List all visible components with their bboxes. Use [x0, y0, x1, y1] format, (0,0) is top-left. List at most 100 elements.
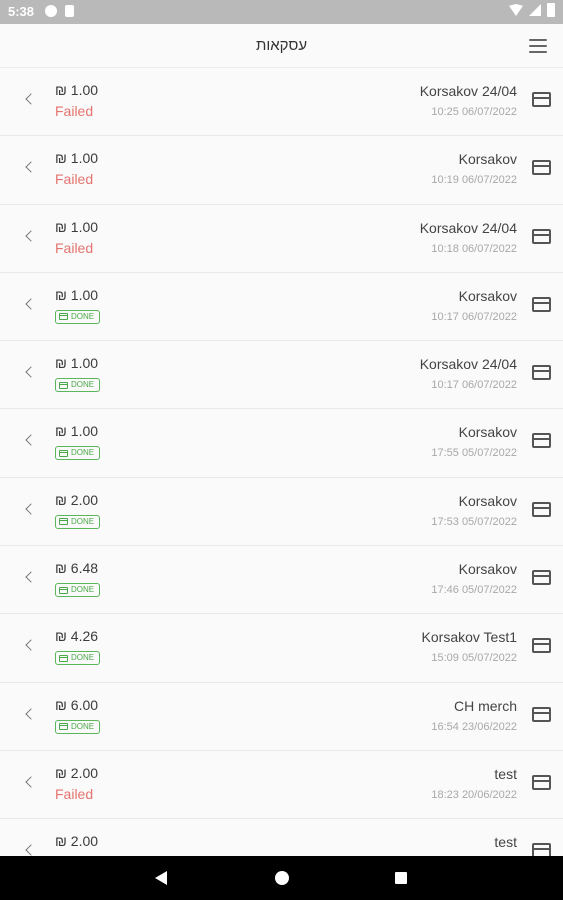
transaction-row[interactable]: ₪ 2.00 Failed test 18:23 20/06/2022	[0, 750, 563, 820]
notification-icon	[45, 5, 57, 17]
wifi-icon	[509, 4, 523, 16]
credit-card-icon	[532, 160, 551, 176]
transaction-row[interactable]: ₪ 1.00 DONE Korsakov 17:55 05/07/2022	[0, 409, 563, 478]
transaction-row[interactable]: ₪ 2.00 test	[0, 819, 563, 856]
back-nav-icon[interactable]	[155, 871, 167, 885]
status-done-label: DONE	[71, 448, 95, 458]
transaction-row[interactable]: ₪ 6.00 DONE CH merch 16:54 23/06/2022	[0, 682, 563, 751]
transaction-datetime: 15:09 05/07/2022	[431, 652, 517, 665]
chevron-left-icon	[25, 776, 37, 788]
chevron-left-icon	[25, 298, 37, 310]
credit-card-icon	[59, 313, 68, 321]
chevron-left-icon	[25, 161, 37, 173]
transaction-datetime: 17:55 05/07/2022	[431, 447, 517, 460]
credit-card-icon	[532, 774, 551, 790]
merchant-name: Korsakov	[458, 561, 517, 578]
chevron-left-icon	[25, 434, 37, 447]
transaction-datetime: 10:18 06/07/2022	[431, 242, 517, 255]
merchant-name: test	[494, 834, 517, 851]
status-time: 5:38	[8, 4, 35, 19]
transaction-datetime: 10:17 06/07/2022	[431, 379, 517, 392]
transaction-datetime: 10:25 06/07/2022	[431, 106, 517, 118]
merchant-name: Korsakov 24/04	[419, 356, 517, 373]
chevron-left-icon	[25, 93, 37, 105]
transaction-amount: ₪ 2.00	[55, 491, 99, 508]
hamburger-menu-icon[interactable]	[529, 39, 547, 53]
credit-card-icon	[59, 723, 68, 731]
transaction-row[interactable]: ₪ 1.00 DONE Korsakov 24/04 10:17 06/07/2022	[0, 341, 563, 410]
status-done-label: DONE	[71, 380, 95, 390]
transaction-row[interactable]: ₪ 1.00 Failed Korsakov 24/04 10:25 06/07/20…	[0, 68, 563, 137]
credit-card-icon	[532, 843, 551, 856]
status-done-badge: DONE	[55, 309, 101, 324]
transaction-amount: ₪ 2.00	[55, 764, 99, 781]
credit-card-icon	[532, 570, 551, 586]
status-done-badge: DONE	[55, 446, 101, 461]
transaction-datetime: 16:54 23/06/2022	[431, 720, 517, 733]
status-done-label: DONE	[71, 653, 95, 663]
signal-icon	[529, 4, 541, 16]
credit-card-icon	[59, 586, 68, 594]
merchant-name: CH merch	[453, 697, 517, 714]
status-done-badge: DONE	[55, 514, 101, 529]
transaction-datetime: 10:19 06/07/2022	[431, 174, 517, 187]
transaction-datetime: 10:17 06/07/2022	[431, 310, 517, 323]
status-failed-label: Failed	[55, 785, 94, 802]
transaction-amount: ₪ 1.00	[55, 423, 99, 440]
merchant-name: Korsakov	[458, 287, 517, 304]
status-done-label: DONE	[71, 721, 95, 731]
credit-card-icon	[532, 296, 551, 312]
status-done-label: DONE	[71, 516, 95, 526]
transaction-row[interactable]: ₪ 2.00 DONE Korsakov 17:53 05/07/2022	[0, 477, 563, 547]
merchant-name: Korsakov Test1	[421, 629, 517, 646]
credit-card-icon	[59, 518, 68, 526]
battery-icon	[547, 3, 555, 17]
status-done-badge: DONE	[55, 719, 101, 734]
merchant-name: test	[494, 765, 517, 782]
credit-card-icon	[532, 638, 551, 654]
home-nav-icon[interactable]	[275, 871, 289, 885]
transaction-amount: ₪ 1.00	[55, 286, 99, 303]
credit-card-icon	[532, 706, 551, 722]
credit-card-icon	[59, 654, 68, 662]
transaction-amount: ₪ 1.00	[55, 355, 99, 372]
status-done-badge: DONE	[55, 651, 101, 666]
recents-nav-icon[interactable]	[395, 872, 407, 884]
transactions-list[interactable]: ₪ 1.00 Failed Korsakov 24/04 10:25 06/07/20…	[0, 68, 563, 856]
credit-card-icon	[59, 449, 68, 457]
transaction-amount: ₪ 1.00	[55, 150, 99, 167]
transaction-amount: ₪ 6.48	[55, 560, 99, 577]
chevron-left-icon	[25, 639, 37, 652]
status-done-badge: DONE	[55, 583, 101, 598]
chevron-left-icon	[25, 844, 37, 856]
status-done-label: DONE	[71, 311, 95, 321]
chevron-left-icon	[25, 708, 37, 720]
merchant-name: Korsakov 24/04	[419, 83, 517, 99]
transaction-row[interactable]: ₪ 6.48 DONE Korsakov 17:46 05/07/2022	[0, 546, 563, 615]
credit-card-icon	[532, 365, 551, 381]
credit-card-icon	[532, 228, 551, 244]
transaction-row[interactable]: ₪ 1.00 Failed Korsakov 24/04 10:18 06/07/20…	[0, 204, 563, 273]
transaction-datetime: 17:46 05/07/2022	[431, 584, 517, 597]
transaction-row[interactable]: ₪ 1.00 DONE Korsakov 10:17 06/07/2022	[0, 272, 563, 342]
merchant-name: Korsakov	[458, 492, 517, 509]
transaction-amount: ₪ 1.00	[55, 218, 99, 235]
credit-card-icon	[532, 92, 551, 107]
app-bar: עסקאות	[0, 24, 563, 68]
status-failed-label: Failed	[55, 171, 94, 188]
status-done-label: DONE	[71, 585, 95, 595]
transaction-row[interactable]: ₪ 4.26 DONE Korsakov Test1 15:09 05/07/2022	[0, 614, 563, 683]
chevron-left-icon	[25, 503, 37, 515]
transaction-row[interactable]: ₪ 1.00 Failed Korsakov 10:19 06/07/2022	[0, 136, 563, 205]
transaction-amount: ₪ 6.00	[55, 696, 99, 713]
transaction-datetime: 17:53 05/07/2022	[431, 515, 517, 528]
transaction-amount: ₪ 4.26	[55, 628, 99, 645]
chevron-left-icon	[25, 366, 37, 378]
credit-card-icon	[59, 381, 68, 389]
status-bar: 5:38	[0, 0, 563, 24]
credit-card-icon	[532, 501, 551, 517]
chevron-left-icon	[25, 571, 37, 583]
status-failed-label: Failed	[55, 239, 94, 256]
chevron-left-icon	[25, 229, 37, 242]
merchant-name: Korsakov	[458, 151, 517, 168]
